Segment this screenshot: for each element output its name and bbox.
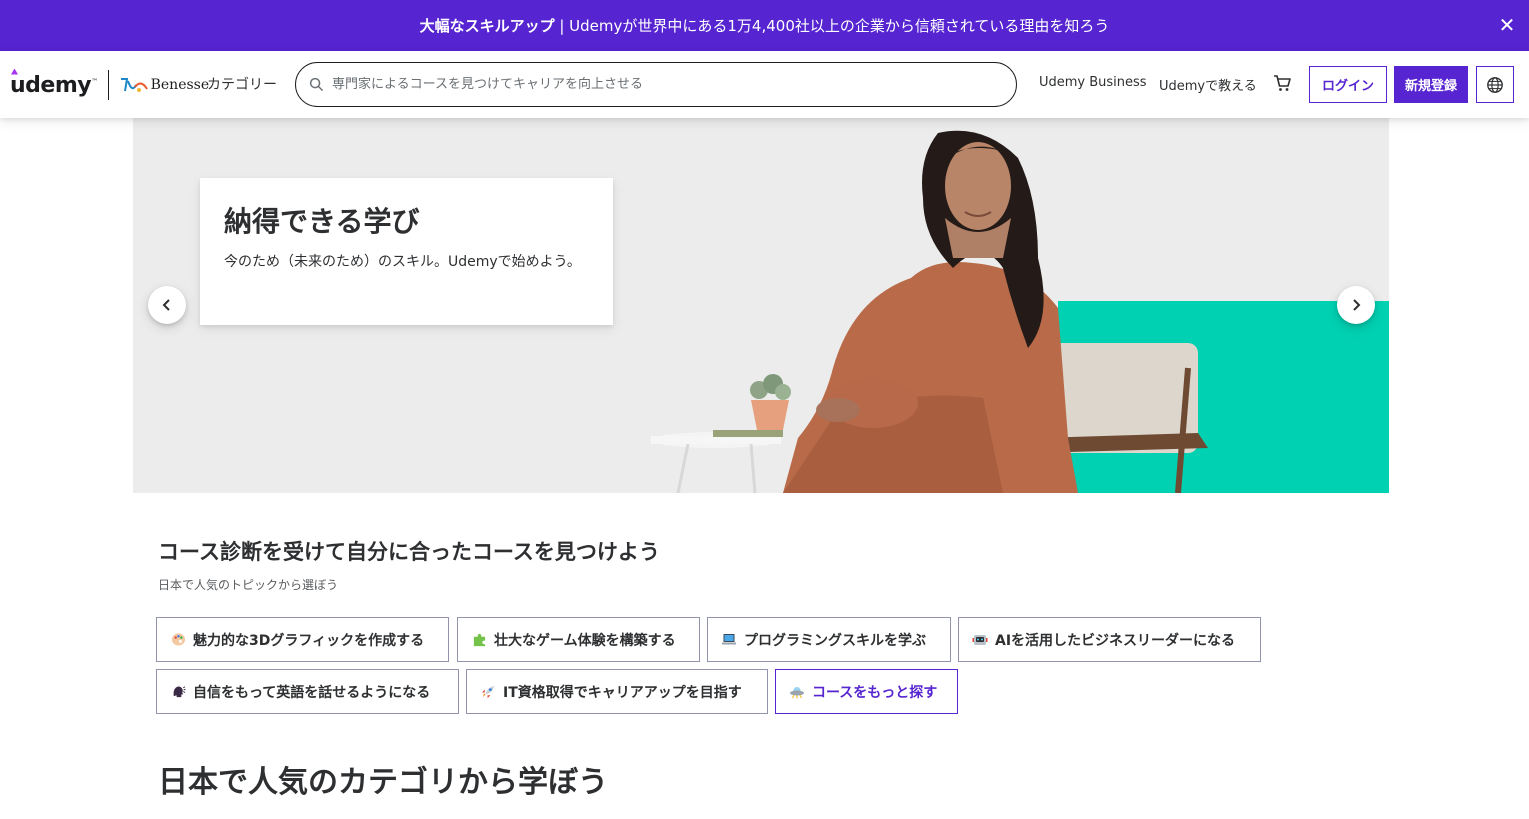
- hero-card: 納得できる学び 今のため（未来のため）のスキル。Udemyで始めよう。: [200, 178, 613, 325]
- banner-rest-text: | Udemyが世界中にある1万4,400社以上の企業から信頼されている理由を知…: [554, 17, 1110, 35]
- search-input[interactable]: [330, 77, 1016, 92]
- quiz-section-title: コース診断を受けて自分に合ったコースを見つけよう: [158, 539, 660, 564]
- chip-label: 壮大なゲーム体験を構築する: [494, 632, 676, 649]
- udemy-business-link[interactable]: Udemy Business: [1039, 75, 1147, 90]
- announcement-banner[interactable]: 大幅なスキルアップ | Udemyが世界中にある1万4,400社以上の企業から信…: [0, 0, 1529, 51]
- chip-label: IT資格取得でキャリアアップを目指す: [503, 684, 742, 701]
- logo-area[interactable]: Udemy™ Benesse: [10, 68, 210, 101]
- topic-chip-3d-graphics[interactable]: 魅力的な3Dグラフィックを作成する: [156, 617, 449, 662]
- laptop-icon: [721, 632, 737, 648]
- search-bar[interactable]: [295, 62, 1017, 107]
- chip-label: プログラミングスキルを学ぶ: [744, 632, 926, 649]
- banner-text[interactable]: 大幅なスキルアップ | Udemyが世界中にある1万4,400社以上の企業から信…: [420, 15, 1110, 36]
- explore-more-courses-chip[interactable]: コースをもっと探す: [775, 669, 958, 714]
- chevron-right-icon: [1353, 299, 1361, 311]
- benesse-mark-icon: [120, 78, 148, 92]
- signup-button[interactable]: 新規登録: [1394, 66, 1468, 103]
- benesse-logo[interactable]: Benesse: [119, 75, 210, 95]
- quiz-section-subtitle: 日本で人気のトピックから選ぼう: [158, 578, 339, 592]
- udemy-logo-tm: ™: [91, 77, 98, 86]
- chip-label: コースをもっと探す: [812, 684, 938, 701]
- chip-label: AIを活用したビジネスリーダーになる: [995, 632, 1236, 649]
- carousel-next-button[interactable]: [1337, 286, 1375, 324]
- topic-chip-game[interactable]: 壮大なゲーム体験を構築する: [457, 617, 700, 662]
- hero-carousel: 納得できる学び 今のため（未来のため）のスキル。Udemyで始めよう。: [133, 118, 1389, 493]
- topic-chip-ai-business[interactable]: AIを活用したビジネスリーダーになる: [958, 617, 1261, 662]
- puzzle-icon: [471, 632, 487, 648]
- logo-divider: [107, 70, 109, 100]
- topic-chip-english[interactable]: 自信をもって英語を話せるようになる: [156, 669, 459, 714]
- rocket-icon: [480, 684, 496, 700]
- popular-categories-title: 日本で人気のカテゴリから学ぼう: [158, 765, 608, 800]
- chip-label: 自信をもって英語を話せるようになる: [193, 684, 431, 701]
- palette-icon: [170, 632, 186, 648]
- cart-icon[interactable]: [1272, 73, 1292, 93]
- language-button[interactable]: [1476, 66, 1514, 103]
- udemy-logo[interactable]: Udemy™: [10, 68, 98, 98]
- hero-subtitle: 今のため（未来のため）のスキル。Udemyで始めよう。: [224, 254, 581, 270]
- teach-on-udemy-link[interactable]: Udemyで教える: [1159, 75, 1257, 94]
- search-icon[interactable]: [296, 77, 330, 92]
- close-icon[interactable]: ✕: [1495, 13, 1519, 37]
- globe-icon: [1487, 76, 1503, 93]
- udemy-logo-cap-icon: [11, 68, 18, 75]
- robot-icon: [972, 632, 988, 648]
- categories-menu[interactable]: カテゴリー: [207, 74, 277, 94]
- topic-chip-programming[interactable]: プログラミングスキルを学ぶ: [707, 617, 951, 662]
- ufo-icon: [789, 684, 805, 700]
- chip-label: 魅力的な3Dグラフィックを作成する: [193, 632, 425, 649]
- hero-title: 納得できる学び: [224, 205, 420, 238]
- chevron-left-icon: [162, 299, 170, 311]
- site-header: Udemy™ Benesse カテゴリー Udemy Business Udem…: [0, 51, 1529, 118]
- speaking-head-icon: [170, 684, 186, 700]
- udemy-logo-text: Udemy: [10, 72, 92, 98]
- topic-chip-it-certification[interactable]: IT資格取得でキャリアアップを目指す: [466, 669, 768, 714]
- benesse-logo-text: Benesse: [150, 77, 210, 93]
- carousel-prev-button[interactable]: [148, 286, 186, 324]
- login-button[interactable]: ログイン: [1309, 66, 1387, 103]
- banner-bold-text: 大幅なスキルアップ: [419, 17, 555, 35]
